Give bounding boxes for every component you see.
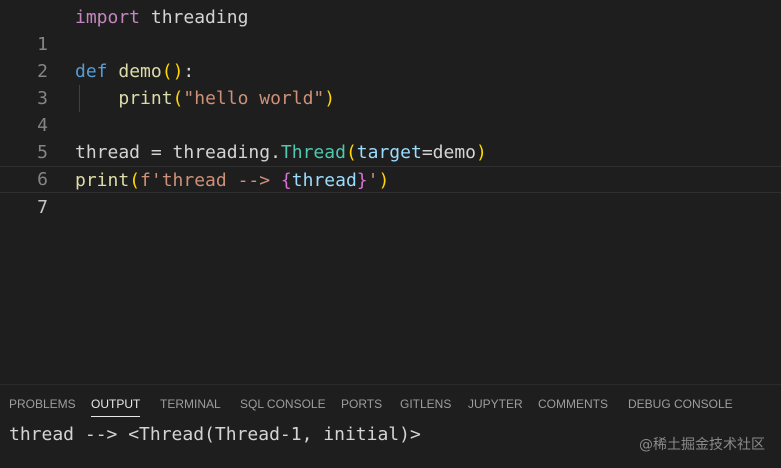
code-text: thread = threading.Thread(target=demo) bbox=[75, 139, 487, 166]
token-identifier: threading bbox=[140, 7, 249, 28]
code-line-6[interactable]: 6 thread = threading.Thread(target=demo) bbox=[0, 139, 781, 190]
token-bracket: ( bbox=[129, 170, 141, 191]
code-text: print("hello world") bbox=[75, 85, 335, 112]
token-bracket: } bbox=[356, 170, 368, 191]
token-bracket: ( bbox=[345, 142, 357, 163]
token-function: print bbox=[118, 88, 173, 109]
token-bracket: ( bbox=[161, 61, 173, 82]
tab-ports[interactable]: PORTS bbox=[341, 385, 382, 421]
token-bracket: ) bbox=[324, 88, 336, 109]
token-variable: thread bbox=[291, 170, 357, 191]
token-fstring: f'thread --> bbox=[140, 170, 281, 191]
token-bracket: ) bbox=[476, 142, 487, 163]
tab-output[interactable]: OUTPUT bbox=[91, 385, 141, 421]
tab-terminal[interactable]: TERMINAL bbox=[160, 385, 221, 421]
token-bracket: { bbox=[280, 170, 292, 191]
token-bracket: ( bbox=[172, 88, 184, 109]
token-function: demo bbox=[118, 61, 162, 82]
indent-guide bbox=[79, 85, 80, 112]
token-parameter: target bbox=[356, 142, 422, 163]
output-text: thread --> <Thread(Thread-1, initial)> bbox=[9, 424, 421, 445]
token-keyword: import bbox=[75, 7, 141, 28]
tab-problems[interactable]: PROBLEMS bbox=[9, 385, 76, 421]
code-editor[interactable]: 1 import threading 2 3 def demo(): 4 pri… bbox=[0, 0, 781, 384]
code-line-4[interactable]: 4 print("hello world") bbox=[0, 85, 781, 136]
code-line-7[interactable]: 7 print(f'thread --> {thread}') bbox=[0, 166, 781, 218]
panel-tabs: PROBLEMS OUTPUT TERMINAL SQL CONSOLE POR… bbox=[0, 385, 781, 421]
vscode-window: 1 import threading 2 3 def demo(): 4 pri… bbox=[0, 0, 781, 468]
bottom-panel: PROBLEMS OUTPUT TERMINAL SQL CONSOLE POR… bbox=[0, 384, 781, 468]
token-string: "hello world" bbox=[183, 88, 325, 109]
code-line-5[interactable]: 5 bbox=[0, 112, 781, 163]
code-text: print(f'thread --> {thread}') bbox=[75, 167, 389, 194]
token-string-end: ' bbox=[367, 170, 379, 191]
token-bracket: ) bbox=[172, 61, 184, 82]
token-expression: thread = threading. bbox=[75, 142, 281, 163]
token-class: Thread bbox=[280, 142, 346, 163]
tab-debug-console[interactable]: DEBUG CONSOLE bbox=[628, 385, 733, 421]
token-bracket: ) bbox=[378, 170, 390, 191]
tab-jupyter[interactable]: JUPYTER bbox=[468, 385, 523, 421]
code-text: import threading bbox=[75, 4, 248, 31]
tab-sql-console[interactable]: SQL CONSOLE bbox=[240, 385, 326, 421]
token-argument: =demo bbox=[421, 142, 476, 163]
token-keyword: def bbox=[75, 61, 108, 82]
line-number: 7 bbox=[37, 197, 48, 218]
code-line-2[interactable]: 2 bbox=[0, 31, 781, 82]
code-line-3[interactable]: 3 def demo(): bbox=[0, 58, 781, 109]
tab-gitlens[interactable]: GITLENS bbox=[400, 385, 451, 421]
code-line-1[interactable]: 1 import threading bbox=[0, 4, 781, 55]
token-colon: : bbox=[183, 61, 195, 82]
watermark: @稀土掘金技术社区 bbox=[639, 437, 765, 453]
token-function: print bbox=[75, 170, 130, 191]
code-text: def demo(): bbox=[75, 58, 194, 85]
tab-comments[interactable]: COMMENTS bbox=[538, 385, 608, 421]
